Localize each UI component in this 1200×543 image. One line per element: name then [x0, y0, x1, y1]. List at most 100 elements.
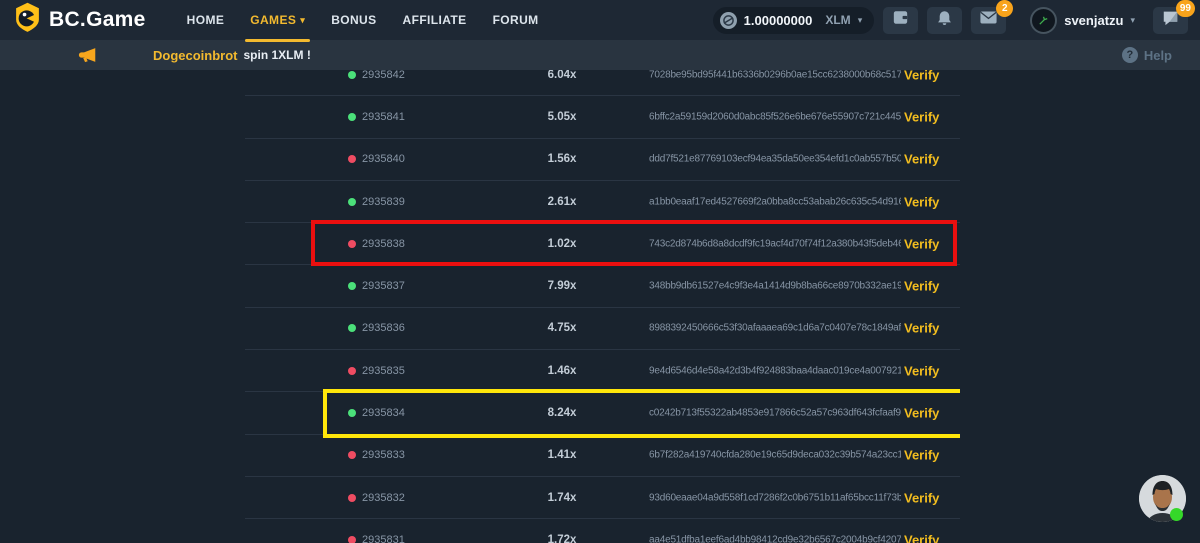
game-status-dot [348, 324, 356, 332]
table-row: 2935839 2.61x a1bb0eaaf17ed4527669f2a0bb… [245, 181, 960, 223]
verify-link[interactable]: Verify [904, 279, 939, 294]
verify-link[interactable]: Verify [904, 406, 939, 421]
chevron-down-icon: ▾ [858, 15, 863, 26]
game-id[interactable]: 2935840 [362, 153, 405, 165]
multiplier: 1.41x [517, 449, 607, 461]
game-hash: 8988392450666c53f30afaaaea69c1d6a7c0407e… [649, 323, 901, 334]
verify-link[interactable]: Verify [904, 194, 939, 209]
game-status-dot [348, 71, 356, 79]
game-id[interactable]: 2935841 [362, 111, 405, 123]
game-status-dot [348, 367, 356, 375]
balance-amount: 1.00000000 [744, 13, 813, 28]
help-label: Help [1144, 48, 1172, 63]
game-status-dot [348, 113, 356, 121]
game-status-dot [348, 494, 356, 502]
game-status-dot [348, 240, 356, 248]
game-hash: c0242b713f55322ab4853e917866c52a57c963df… [649, 408, 901, 419]
game-hash: 6bffc2a59159d2060d0abc85f526e6be676e5590… [649, 111, 901, 122]
game-status-dot [348, 409, 356, 417]
notifications-button[interactable] [927, 7, 962, 34]
multiplier: 7.99x [517, 280, 607, 292]
game-status-dot [348, 155, 356, 163]
chat-badge: 99 [1176, 0, 1195, 17]
multiplier: 1.72x [517, 534, 607, 543]
announcement-text: spin 1XLM ! [244, 48, 311, 62]
wallet-button[interactable] [883, 7, 918, 34]
megaphone-icon [78, 47, 97, 63]
verify-link[interactable]: Verify [904, 448, 939, 463]
table-row: 2935836 4.75x 8988392450666c53f30afaaaea… [245, 308, 960, 350]
game-hash: a1bb0eaaf17ed4527669f2a0bba8cc53abab26c6… [649, 196, 901, 207]
table-row: 2935832 1.74x 93d60eaae04a9d558f1cd7286f… [245, 477, 960, 519]
multiplier: 1.46x [517, 365, 607, 377]
verify-link[interactable]: Verify [904, 70, 939, 82]
game-id[interactable]: 2935837 [362, 280, 405, 292]
game-hash: ddd7f521e87769103ecf94ea35da50ee354efd1c… [649, 154, 901, 165]
brand-name: BC.Game [49, 8, 146, 32]
xlm-coin-icon [720, 12, 737, 29]
verify-link[interactable]: Verify [904, 152, 939, 167]
help-button[interactable]: ? Help [1122, 47, 1172, 63]
game-id[interactable]: 2935831 [362, 534, 405, 543]
game-hash: 7028be95bd95f441b6336b0296b0ae15cc623800… [649, 70, 901, 80]
chevron-down-icon: ▾ [300, 15, 305, 26]
game-id[interactable]: 2935832 [362, 492, 405, 504]
multiplier: 4.75x [517, 322, 607, 334]
multiplier: 8.24x [517, 407, 607, 419]
table-row: 2935838 1.02x 743c2d874b6d8a8dcdf9fc19ac… [245, 223, 960, 265]
game-id[interactable]: 2935842 [362, 70, 405, 81]
top-navbar: BC.Game HOME GAMES ▾ BONUS AFFILIATE FOR… [0, 0, 1200, 40]
verify-link[interactable]: Verify [904, 236, 939, 251]
nav-item-games[interactable]: GAMES ▾ [237, 0, 318, 40]
table-row: 2935840 1.56x ddd7f521e87769103ecf94ea35… [245, 139, 960, 181]
table-row: 2935834 8.24x c0242b713f55322ab4853e9178… [245, 392, 960, 434]
verify-link[interactable]: Verify [904, 321, 939, 336]
multiplier: 5.05x [517, 111, 607, 123]
nav-item-bonus[interactable]: BONUS [318, 0, 389, 40]
active-tab-underline [245, 39, 310, 42]
game-status-dot [348, 451, 356, 459]
chat-button[interactable]: 99 [1153, 7, 1188, 34]
game-hash: 348bb9db61527e4c9f3e4a1414d9b8ba66ce8970… [649, 281, 901, 292]
fairness-table-body: 2935842 6.04x 7028be95bd95f441b6336b0296… [245, 70, 960, 543]
announcement-game-name[interactable]: Dogecoinbrot [153, 48, 238, 63]
nav-item-home[interactable]: HOME [174, 0, 238, 40]
game-hash: 93d60eaae04a9d558f1cd7286f2c0b6751b11af6… [649, 492, 901, 503]
main-nav: HOME GAMES ▾ BONUS AFFILIATE FORUM [174, 0, 552, 40]
nav-item-affiliate[interactable]: AFFILIATE [390, 0, 480, 40]
bell-icon [937, 10, 952, 31]
user-menu[interactable]: svenjatzu ▾ [1030, 7, 1135, 34]
chevron-down-icon: ▾ [1130, 15, 1135, 26]
avatar [1030, 7, 1057, 34]
game-history-table: 2935842 6.04x 7028be95bd95f441b6336b0296… [245, 70, 960, 543]
multiplier: 1.74x [517, 492, 607, 504]
messages-button[interactable]: 2 [971, 7, 1006, 34]
nav-item-forum[interactable]: FORUM [480, 0, 552, 40]
verify-link[interactable]: Verify [904, 109, 939, 124]
game-status-dot [348, 536, 356, 543]
navbar-right: 1.00000000 XLM ▾ [713, 7, 1188, 34]
envelope-icon [980, 11, 997, 29]
username: svenjatzu [1064, 13, 1123, 28]
online-status-dot [1170, 508, 1183, 521]
game-hash: 743c2d874b6d8a8dcdf9fc19acf4d70f74f12a38… [649, 238, 901, 249]
game-id[interactable]: 2935833 [362, 449, 405, 461]
table-row: 2935841 5.05x 6bffc2a59159d2060d0abc85f5… [245, 96, 960, 138]
verify-link[interactable]: Verify [904, 532, 939, 543]
verify-link[interactable]: Verify [904, 363, 939, 378]
balance-selector[interactable]: 1.00000000 XLM ▾ [713, 7, 875, 34]
bc-game-logo-icon [14, 2, 41, 38]
table-row: 2935833 1.41x 6b7f282a419740cfda280e19c6… [245, 435, 960, 477]
verify-link[interactable]: Verify [904, 490, 939, 505]
game-status-dot [348, 198, 356, 206]
table-row: 2935837 7.99x 348bb9db61527e4c9f3e4a1414… [245, 265, 960, 307]
bc-game-logo[interactable]: BC.Game [14, 2, 146, 38]
table-row: 2935835 1.46x 9e4d6546d4e58a42d3b4f92488… [245, 350, 960, 392]
game-id[interactable]: 2935835 [362, 365, 405, 377]
game-id[interactable]: 2935834 [362, 407, 405, 419]
game-id[interactable]: 2935838 [362, 238, 405, 250]
game-id[interactable]: 2935836 [362, 322, 405, 334]
game-hash: 6b7f282a419740cfda280e19c65d9deca032c39b… [649, 450, 901, 461]
game-id[interactable]: 2935839 [362, 196, 405, 208]
game-hash: 9e4d6546d4e58a42d3b4f924883baa4daac019ce… [649, 365, 901, 376]
